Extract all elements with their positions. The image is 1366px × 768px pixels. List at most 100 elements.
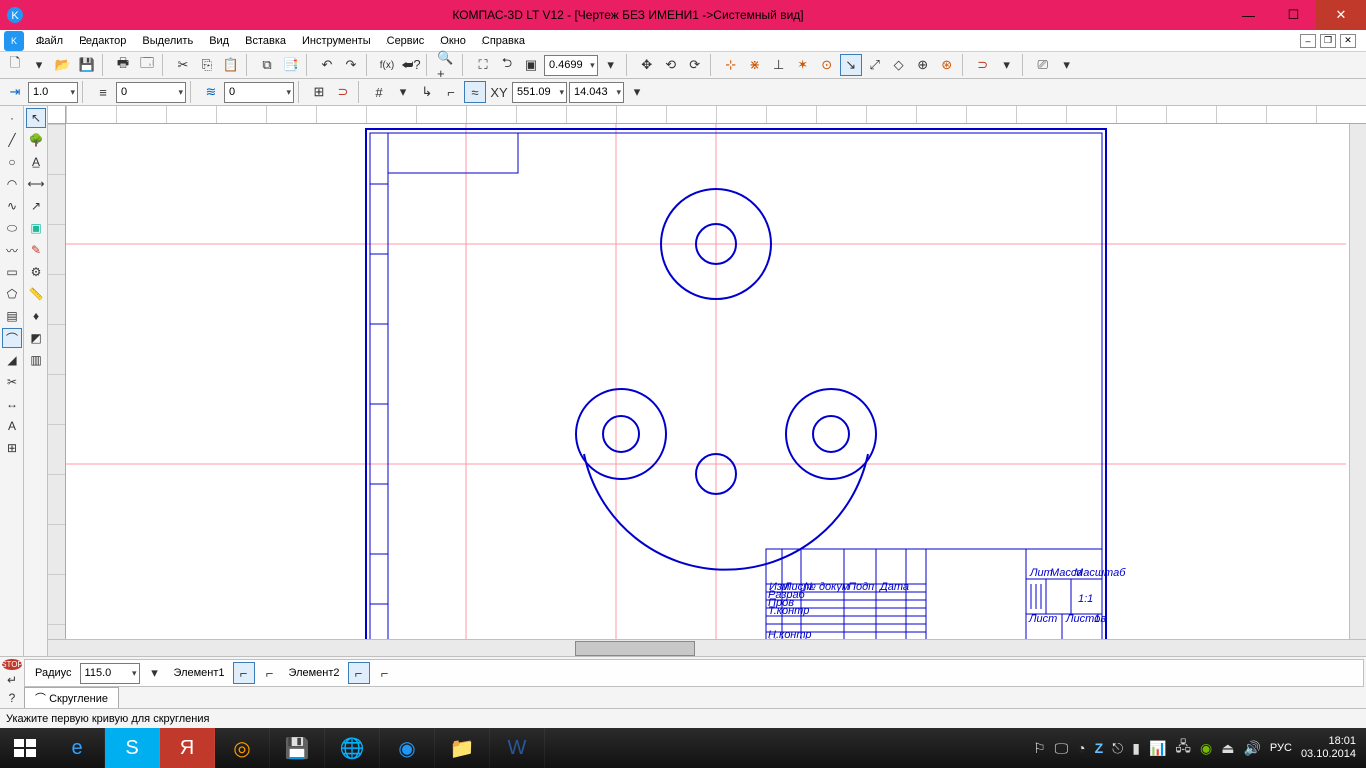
tray-display-icon[interactable]: 🖵: [1055, 740, 1069, 757]
measure-icon[interactable]: 📏: [26, 284, 46, 304]
fx-button[interactable]: f(x): [376, 54, 398, 76]
line-tool-icon[interactable]: ╱: [2, 130, 22, 150]
task-kompas-icon[interactable]: ◉: [380, 728, 435, 768]
misc1-icon[interactable]: ♦: [26, 306, 46, 326]
manage-button[interactable]: 📑: [280, 54, 302, 76]
snap-near-icon[interactable]: ⤢: [864, 54, 886, 76]
open-button[interactable]: 📂: [52, 54, 74, 76]
tray-eject-icon[interactable]: ⏏: [1221, 740, 1234, 757]
tray-network-icon[interactable]: 🖧: [1175, 736, 1191, 760]
pan-icon[interactable]: ✥: [636, 54, 658, 76]
bezier-tool-icon[interactable]: 〰: [2, 240, 22, 260]
magnet-icon[interactable]: ⊃: [332, 81, 354, 103]
mdi-minimize[interactable]: –: [1300, 34, 1316, 48]
menu-view[interactable]: Вид: [201, 33, 237, 49]
text-tool-icon[interactable]: A: [2, 416, 22, 436]
fillet-tool-icon[interactable]: ⌒: [2, 328, 22, 348]
dd4-icon[interactable]: ▾: [1056, 54, 1078, 76]
menu-help[interactable]: Справка: [474, 33, 533, 49]
snap-para-icon[interactable]: ⊕: [912, 54, 934, 76]
tray-battery-icon[interactable]: ▮: [1132, 740, 1140, 757]
perp2-icon[interactable]: ⌐: [440, 81, 462, 103]
poly-tool-icon[interactable]: ⬠: [2, 284, 22, 304]
dd2-icon[interactable]: ▾: [600, 54, 622, 76]
menu-window[interactable]: Окно: [432, 33, 474, 49]
coord-x-field[interactable]: 551.09: [512, 82, 567, 103]
start-button[interactable]: [0, 728, 50, 768]
zoom-prev-icon[interactable]: ⮌: [496, 54, 518, 76]
elem2-mode-b-icon[interactable]: ⌐: [374, 662, 396, 684]
hatch-tool-icon[interactable]: ▤: [2, 306, 22, 326]
tray-volume-icon[interactable]: 🔊: [1243, 740, 1260, 757]
help-prop-icon[interactable]: ?: [2, 690, 22, 706]
minimize-button[interactable]: —: [1226, 0, 1271, 30]
tray-disc-icon[interactable]: ◔: [1077, 740, 1085, 756]
ellipse-tool-icon[interactable]: ⬭: [2, 218, 22, 238]
snap-end-icon[interactable]: ⊹: [720, 54, 742, 76]
param-icon[interactable]: ⚙: [26, 262, 46, 282]
menu-insert[interactable]: Вставка: [237, 33, 294, 49]
snap-perp-icon[interactable]: ⊥: [768, 54, 790, 76]
select-cursor-icon[interactable]: ↖: [26, 108, 46, 128]
task-word-icon[interactable]: W: [490, 728, 545, 768]
help-arrow-icon[interactable]: ⮨?: [400, 54, 422, 76]
step-icon[interactable]: ⇥: [4, 81, 26, 103]
snap-magnet-icon[interactable]: ⊃: [972, 54, 994, 76]
rounded-icon[interactable]: ≈: [464, 81, 486, 103]
stop-button[interactable]: STOP: [2, 659, 22, 670]
task-chrome-icon[interactable]: 🌐: [325, 728, 380, 768]
copy-button[interactable]: ⎘: [196, 54, 218, 76]
mdi-restore[interactable]: ❐: [1320, 34, 1336, 48]
new-button[interactable]: 🗋: [4, 54, 26, 76]
dd5-icon[interactable]: ▾: [392, 81, 414, 103]
tray-nvidia-icon[interactable]: ◉: [1200, 740, 1212, 757]
edit-icon[interactable]: ✎: [26, 240, 46, 260]
task-explorer-icon[interactable]: 📁: [435, 728, 490, 768]
scrollbar-vertical[interactable]: [1349, 124, 1366, 639]
geom-icon[interactable]: ▣: [26, 218, 46, 238]
snap-int-icon[interactable]: ↘: [840, 54, 862, 76]
zoom-combo[interactable]: 0.4699: [544, 55, 598, 76]
zoom-window-icon[interactable]: ⛶: [472, 54, 494, 76]
trim-tool-icon[interactable]: ✂: [2, 372, 22, 392]
preview-button[interactable]: 🗔: [136, 54, 158, 76]
task-aimp-icon[interactable]: ◎: [215, 728, 270, 768]
text2-icon[interactable]: A̲: [26, 152, 46, 172]
tray-power-icon[interactable]: ⎋: [1112, 740, 1123, 757]
task-yandex-icon[interactable]: Я: [160, 728, 215, 768]
step-combo[interactable]: 1.0: [28, 82, 78, 103]
save-button[interactable]: 💾: [76, 54, 98, 76]
point-tool-icon[interactable]: ·: [2, 108, 22, 128]
style-icon[interactable]: ≡: [92, 81, 114, 103]
drawing-canvas[interactable]: Изм Лист № докум Подп Дата Разраб Пров Т…: [66, 124, 1349, 639]
dim-tool-icon[interactable]: ↔: [2, 394, 22, 414]
tbutton-misc[interactable]: ⎚: [1032, 54, 1054, 76]
maximize-button[interactable]: ☐: [1271, 0, 1316, 30]
dim2-icon[interactable]: ⟷: [26, 174, 46, 194]
zoom-in-icon[interactable]: 🔍+: [436, 54, 458, 76]
grid-icon[interactable]: #: [368, 81, 390, 103]
print-button[interactable]: 🖶: [112, 54, 134, 76]
coord-y-field[interactable]: 14.043: [569, 82, 624, 103]
style-combo[interactable]: 0: [116, 82, 186, 103]
snap-ang-icon[interactable]: ⊛: [936, 54, 958, 76]
tray-chart-icon[interactable]: 📊: [1149, 740, 1166, 757]
leader-icon[interactable]: ↗: [26, 196, 46, 216]
arc-tool-icon[interactable]: ◠: [2, 174, 22, 194]
spline-tool-icon[interactable]: ∿: [2, 196, 22, 216]
tray-clock[interactable]: 18:01 03.10.2014: [1301, 735, 1356, 761]
props-button[interactable]: ⧉: [256, 54, 278, 76]
misc3-icon[interactable]: ▥: [26, 350, 46, 370]
elem1-mode-b-icon[interactable]: ⌐: [259, 662, 281, 684]
dd6-icon[interactable]: ▾: [626, 81, 648, 103]
close-button[interactable]: ✕: [1316, 0, 1366, 30]
radius-field[interactable]: 115.0: [80, 663, 140, 684]
menu-select[interactable]: Выделить: [134, 33, 201, 49]
tray-flag-icon[interactable]: ⚐: [1033, 740, 1046, 757]
elem1-mode-a-icon[interactable]: ⌐: [233, 662, 255, 684]
snap-grid-icon[interactable]: ◇: [888, 54, 910, 76]
redo-button[interactable]: ↷: [340, 54, 362, 76]
radius-dd-icon[interactable]: ▾: [144, 662, 166, 684]
tray-lang[interactable]: РУС: [1270, 742, 1292, 754]
orbit-icon[interactable]: ⟲: [660, 54, 682, 76]
